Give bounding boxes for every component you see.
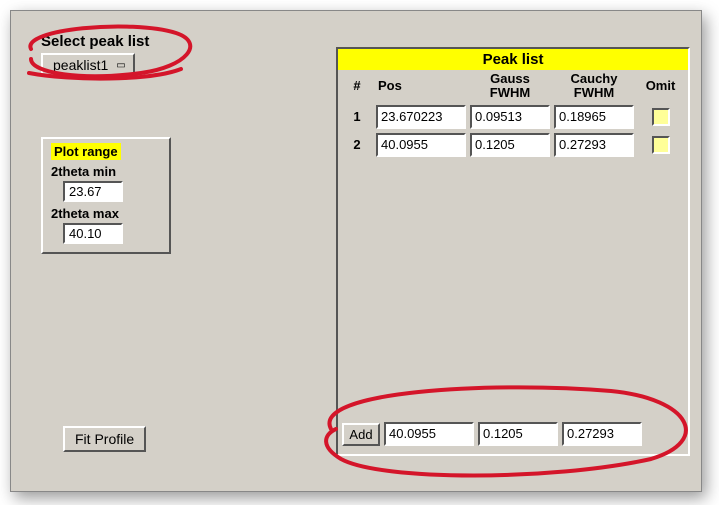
cauchy-input[interactable]: 0.18965	[554, 105, 634, 129]
col-pos: Pos	[376, 79, 466, 93]
col-cauchy: Cauchy FWHM	[554, 72, 634, 101]
add-cauchy-input[interactable]: 0.27293	[562, 422, 642, 446]
2theta-max-input[interactable]: 40.10	[63, 223, 123, 244]
2theta-min-label: 2theta min	[51, 164, 161, 179]
plot-range-box: Plot range 2theta min 23.67 2theta max 4…	[41, 137, 171, 254]
pos-input[interactable]: 23.670223	[376, 105, 466, 129]
col-gauss: Gauss FWHM	[470, 72, 550, 101]
table-row: 1 23.670223 0.09513 0.18965	[338, 103, 688, 131]
row-number: 2	[342, 137, 372, 152]
dropdown-icon: ▭	[116, 60, 124, 71]
peaklist-dropdown[interactable]: peaklist1 ▭	[41, 53, 135, 77]
row-number: 1	[342, 109, 372, 124]
left-column: Select peak list peaklist1 ▭ Plot range …	[41, 33, 201, 254]
omit-checkbox[interactable]	[652, 136, 670, 154]
add-gauss-input[interactable]: 0.1205	[478, 422, 558, 446]
add-button[interactable]: Add	[342, 423, 380, 446]
gauss-input[interactable]: 0.1205	[470, 133, 550, 157]
peak-list-panel: Peak list # Pos Gauss FWHM Cauchy FWHM O…	[336, 47, 690, 456]
col-num: #	[342, 79, 372, 93]
peaklist-value: peaklist1	[53, 57, 108, 73]
cauchy-input[interactable]: 0.27293	[554, 133, 634, 157]
peak-list-header: # Pos Gauss FWHM Cauchy FWHM Omit	[338, 70, 688, 103]
plot-range-title: Plot range	[51, 143, 121, 160]
table-row: 2 40.0955 0.1205 0.27293	[338, 131, 688, 159]
add-pos-input[interactable]: 40.0955	[384, 422, 474, 446]
gauss-input[interactable]: 0.09513	[470, 105, 550, 129]
2theta-max-label: 2theta max	[51, 206, 161, 221]
col-omit: Omit	[638, 79, 683, 93]
omit-checkbox[interactable]	[652, 108, 670, 126]
select-peak-list-label: Select peak list	[41, 33, 201, 50]
add-row: Add 40.0955 0.1205 0.27293	[338, 420, 646, 448]
pos-input[interactable]: 40.0955	[376, 133, 466, 157]
fit-profile-button[interactable]: Fit Profile	[63, 426, 146, 452]
peak-list-title: Peak list	[338, 49, 688, 70]
2theta-min-input[interactable]: 23.67	[63, 181, 123, 202]
main-window: Select peak list peaklist1 ▭ Plot range …	[10, 10, 702, 492]
